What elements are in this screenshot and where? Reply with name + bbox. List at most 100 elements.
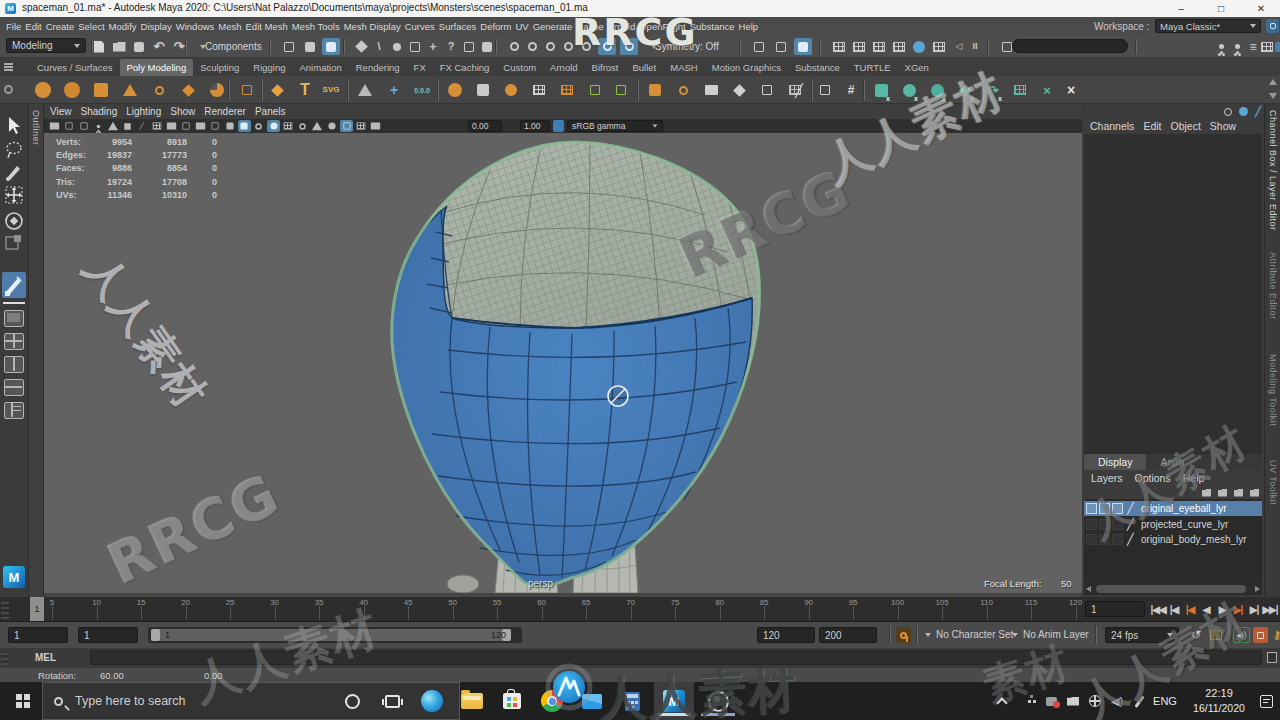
shelf-tab-bullet[interactable]: Bullet bbox=[626, 59, 664, 76]
shelf-scroll-up-icon[interactable] bbox=[1269, 79, 1277, 85]
viewport-toolbar-icon-7[interactable]: ╱ bbox=[136, 120, 149, 132]
viewport-toolbar-icon-1[interactable] bbox=[48, 120, 61, 132]
curve-star-icon[interactable] bbox=[268, 78, 286, 102]
poly-torus-icon[interactable] bbox=[150, 78, 168, 102]
menu-curves[interactable]: Curves bbox=[405, 21, 435, 32]
pause-icon[interactable]: II bbox=[966, 38, 984, 55]
menu-generate[interactable]: Generate bbox=[533, 21, 573, 32]
render-settings-icon[interactable] bbox=[890, 38, 908, 55]
outliner-layout-button[interactable] bbox=[4, 402, 24, 419]
select-object-icon[interactable] bbox=[301, 38, 319, 55]
viewport-panel[interactable]: ViewShadingLightingShowRendererPanels ╱ … bbox=[44, 104, 1082, 597]
menu-modify[interactable]: Modify bbox=[109, 21, 137, 32]
workspace-dropdown[interactable]: Maya Classic* bbox=[1155, 19, 1261, 33]
time-slider[interactable]: 5101520253035404550556065707580859095100… bbox=[0, 597, 1280, 622]
frame-selected-icon[interactable] bbox=[750, 38, 768, 55]
viewport-toolbar-icon-4[interactable] bbox=[92, 120, 105, 132]
pencil-curve-icon[interactable]: ╱ bbox=[790, 78, 808, 102]
viewport-toolbar-icon-22[interactable] bbox=[355, 120, 368, 132]
current-time-field[interactable]: 1 bbox=[1085, 601, 1145, 617]
shelf-tab-fx[interactable]: FX bbox=[407, 59, 433, 76]
edit-connections-icon[interactable]: ╱ bbox=[1252, 106, 1264, 117]
menu-substance[interactable]: Substance bbox=[690, 21, 735, 32]
viewport-toolbar-icon-18[interactable] bbox=[296, 120, 309, 132]
cortana-icon[interactable] bbox=[332, 682, 372, 720]
viewport-toolbar-icon-2[interactable] bbox=[63, 120, 76, 132]
anim-layer-dropdown[interactable]: No Anim Layer bbox=[1023, 629, 1089, 640]
shelf-tab-poly-modeling[interactable]: Poly Modeling bbox=[120, 59, 194, 76]
viewport-toolbar-icon-11[interactable] bbox=[194, 120, 207, 132]
layer-playback-box[interactable] bbox=[1099, 519, 1110, 530]
shelf-menu-icon[interactable] bbox=[4, 63, 13, 71]
viewport-menu-show[interactable]: Show bbox=[170, 106, 195, 117]
frame-all-icon[interactable] bbox=[772, 38, 790, 55]
shelf-tab-mash[interactable]: MASH bbox=[663, 59, 704, 76]
components-label[interactable]: Components bbox=[205, 38, 262, 55]
paint-select-tool-icon[interactable] bbox=[4, 162, 24, 182]
step-forward-key-button[interactable]: ▶| bbox=[1230, 604, 1246, 615]
open-scene-icon[interactable] bbox=[110, 38, 128, 55]
viewport-toolbar-icon-5[interactable] bbox=[106, 120, 119, 132]
snap-view-icon[interactable]: + bbox=[424, 38, 442, 55]
paint-geometry-icon[interactable]: x bbox=[872, 78, 890, 102]
snap-plane-icon[interactable] bbox=[406, 38, 424, 55]
viewport-toolbar-icon-9[interactable] bbox=[165, 120, 178, 132]
split-pane-layout-button[interactable] bbox=[4, 379, 24, 396]
viewport-toolbar-icon-23[interactable] bbox=[369, 120, 382, 132]
tray-expand-icon[interactable] bbox=[990, 682, 1014, 720]
viewport-toolbar-icon-21[interactable] bbox=[340, 120, 353, 132]
shelf-tab-substance[interactable]: Substance bbox=[788, 59, 847, 76]
menu-mesh-tools[interactable]: Mesh Tools bbox=[292, 21, 340, 32]
channel-box-body[interactable] bbox=[1084, 134, 1262, 458]
viewport-toolbar-icon-3[interactable] bbox=[77, 120, 90, 132]
go-to-end-button[interactable]: ▶▶| bbox=[1262, 604, 1278, 615]
menu-file[interactable]: File bbox=[6, 21, 21, 32]
poly-cone-icon[interactable] bbox=[121, 78, 139, 102]
input-connections-icon[interactable] bbox=[1222, 106, 1234, 117]
menu-openflight[interactable]: OpenFlight bbox=[639, 21, 685, 32]
obs-icon[interactable] bbox=[698, 682, 738, 720]
output-connections-icon[interactable] bbox=[1237, 106, 1249, 117]
viewport-toolbar-icon-14[interactable] bbox=[238, 120, 251, 132]
shelf-tab-xgen[interactable]: XGen bbox=[898, 59, 936, 76]
layer-menu-help[interactable]: Help bbox=[1183, 472, 1205, 484]
go-to-start-button[interactable]: |◀◀ bbox=[1150, 604, 1166, 615]
notification-center-icon[interactable] bbox=[1252, 682, 1280, 720]
fps-dropdown[interactable]: 24 fps bbox=[1105, 627, 1179, 643]
frame-x-icon[interactable] bbox=[758, 78, 776, 102]
menu-cache[interactable]: Cache bbox=[576, 21, 603, 32]
outliner-collapsed-panel[interactable]: Outliner bbox=[28, 104, 44, 597]
step-back-frame-button[interactable]: |◀ bbox=[1166, 604, 1182, 615]
two-pane-layout-button[interactable] bbox=[4, 356, 24, 373]
texture-window-icon[interactable] bbox=[1011, 78, 1029, 102]
store-icon[interactable] bbox=[492, 682, 532, 720]
current-frame-marker[interactable]: 1 bbox=[30, 597, 44, 621]
layer-name[interactable]: original_eyeball_lyr bbox=[1141, 503, 1227, 514]
layer-display-box[interactable] bbox=[1112, 519, 1123, 530]
viewport-toolbar-icon-15[interactable] bbox=[252, 120, 265, 132]
shelf-tab-fx-caching[interactable]: FX Caching bbox=[433, 59, 497, 76]
script-editor-icon[interactable] bbox=[1265, 650, 1279, 665]
channel-box-menu-object[interactable]: Object bbox=[1170, 120, 1200, 132]
viewport-toolbar-icon-16[interactable] bbox=[267, 120, 280, 132]
animation-start-field[interactable]: 1 bbox=[8, 627, 68, 643]
viewport-toolbar-icon-17[interactable] bbox=[282, 120, 295, 132]
layer-row-original_eyeball_lyr[interactable]: ╱original_eyeball_lyr bbox=[1084, 501, 1262, 516]
file-explorer-icon[interactable] bbox=[452, 682, 492, 720]
tray-language[interactable]: ENG bbox=[1148, 682, 1182, 720]
paint-cube-icon[interactable]: x bbox=[956, 78, 974, 102]
menu-help[interactable]: Help bbox=[739, 21, 759, 32]
construction-plane-icon[interactable] bbox=[356, 78, 374, 102]
viewport-menu-lighting[interactable]: Lighting bbox=[126, 106, 161, 117]
snap-point-icon[interactable] bbox=[388, 38, 406, 55]
select-component-icon[interactable] bbox=[322, 38, 340, 55]
viewport-toolbar-icon-19[interactable] bbox=[311, 120, 324, 132]
shelf-gear-icon[interactable] bbox=[4, 85, 13, 94]
channel-box-menu-show[interactable]: Show bbox=[1210, 120, 1236, 132]
step-forward-frame-button[interactable]: ▶| bbox=[1246, 604, 1262, 615]
paper-fold-icon[interactable] bbox=[702, 78, 720, 102]
workspace-lock-icon[interactable] bbox=[1266, 19, 1279, 33]
menu-edit-mesh[interactable]: Edit Mesh bbox=[246, 21, 288, 32]
play-backwards-button[interactable]: ◀ bbox=[1198, 604, 1214, 615]
maya-taskbar-icon[interactable]: M bbox=[654, 682, 694, 720]
